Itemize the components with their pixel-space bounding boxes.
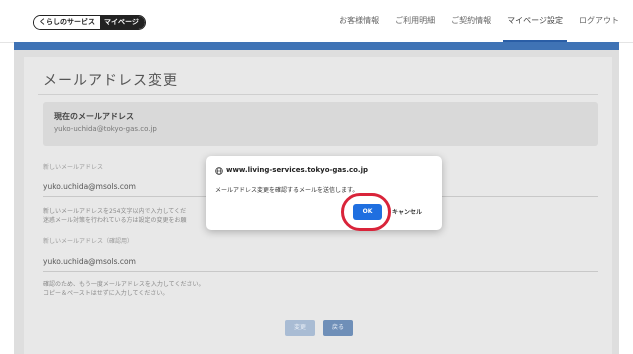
ok-highlight-ring	[341, 193, 391, 231]
new-email-note-line2: 迷惑メール対策を行われている方は設定の変更をお願	[43, 217, 187, 224]
new-email-field[interactable]: yuko.uchida@msols.com	[43, 182, 136, 191]
confirm-dialog: www.living-services.tokyo-gas.co.jp メールア…	[206, 156, 442, 230]
confirm-email-field[interactable]: yuko.uchida@msols.com	[43, 257, 136, 266]
site-logo[interactable]: くらしのサービス マイページ	[33, 15, 146, 30]
confirm-email-note-line2: コピー＆ペーストはせずに入力してください。	[43, 290, 169, 297]
top-header: くらしのサービス マイページ お客様情報 ご利用明細 ご契約情報 マイページ設定…	[0, 0, 633, 43]
dialog-cancel-button[interactable]: キャンセル	[392, 207, 422, 216]
change-button[interactable]: 変更	[285, 320, 315, 336]
page-title: メールアドレス変更	[43, 73, 178, 89]
confirm-email-label: 新しいメールアドレス（確認用）	[43, 238, 134, 245]
logo-service-text: くらしのサービス	[34, 16, 100, 29]
current-email-value: yuko-uchida@tokyo-gas.co.jp	[54, 125, 157, 133]
confirm-email-note: 確認のため、もう一度メールアドレスを入力してください。 コピー＆ペーストはせずに…	[43, 280, 204, 298]
new-email-note: 新しいメールアドレスを254文字以内で入力してくだ 迷惑メール対策を行われている…	[43, 207, 187, 225]
header-accent-band	[14, 42, 619, 50]
confirm-email-note-line1: 確認のため、もう一度メールアドレスを入力してください。	[43, 281, 205, 288]
top-nav: お客様情報 ご利用明細 ご契約情報 マイページ設定 ログアウト	[323, 0, 619, 42]
nav-customer-info[interactable]: お客様情報	[339, 0, 379, 42]
title-divider	[38, 94, 598, 95]
current-email-label: 現在のメールアドレス	[54, 112, 134, 121]
dialog-domain: www.living-services.tokyo-gas.co.jp	[226, 166, 368, 174]
nav-contract-info[interactable]: ご契約情報	[451, 0, 491, 42]
nav-usage-details[interactable]: ご利用明細	[395, 0, 435, 42]
confirm-email-underline	[43, 271, 598, 272]
new-email-label: 新しいメールアドレス	[43, 164, 104, 171]
new-email-note-line1: 新しいメールアドレスを254文字以内で入力してくだ	[43, 208, 187, 215]
nav-mypage-settings[interactable]: マイページ設定	[503, 0, 567, 42]
back-button[interactable]: 戻る	[323, 320, 353, 336]
logo-mypage-text: マイページ	[100, 16, 145, 29]
current-email-box: 現在のメールアドレス yuko-uchida@tokyo-gas.co.jp	[43, 102, 598, 146]
dialog-message: メールアドレス変更を確認するメールを送信します。	[215, 187, 359, 194]
nav-logout[interactable]: ログアウト	[579, 0, 619, 42]
globe-icon	[215, 167, 223, 175]
